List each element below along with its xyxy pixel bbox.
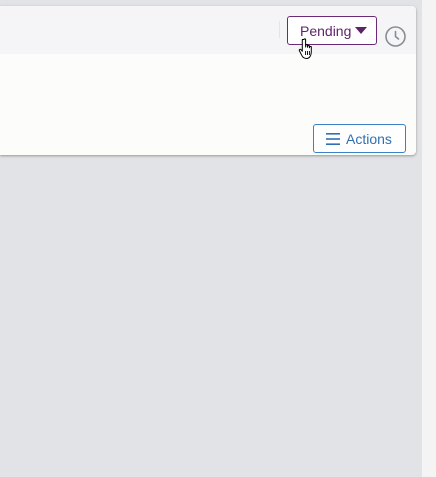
status-dropdown[interactable]: Pending: [287, 16, 377, 45]
scrollbar-gutter: [422, 0, 436, 477]
actions-button-label: Actions: [346, 130, 392, 147]
status-dropdown-value: Pending: [300, 22, 352, 39]
history-button[interactable]: [384, 25, 407, 48]
hamburger-menu-icon: [326, 132, 340, 145]
caret-down-icon: [355, 27, 367, 34]
record-card: Pending Actions: [0, 6, 416, 155]
card-header: Pending: [0, 6, 416, 54]
actions-button[interactable]: Actions: [313, 124, 406, 153]
header-divider: [279, 21, 280, 38]
clock-icon: [385, 26, 406, 47]
page-background: Pending Actions: [0, 0, 422, 477]
